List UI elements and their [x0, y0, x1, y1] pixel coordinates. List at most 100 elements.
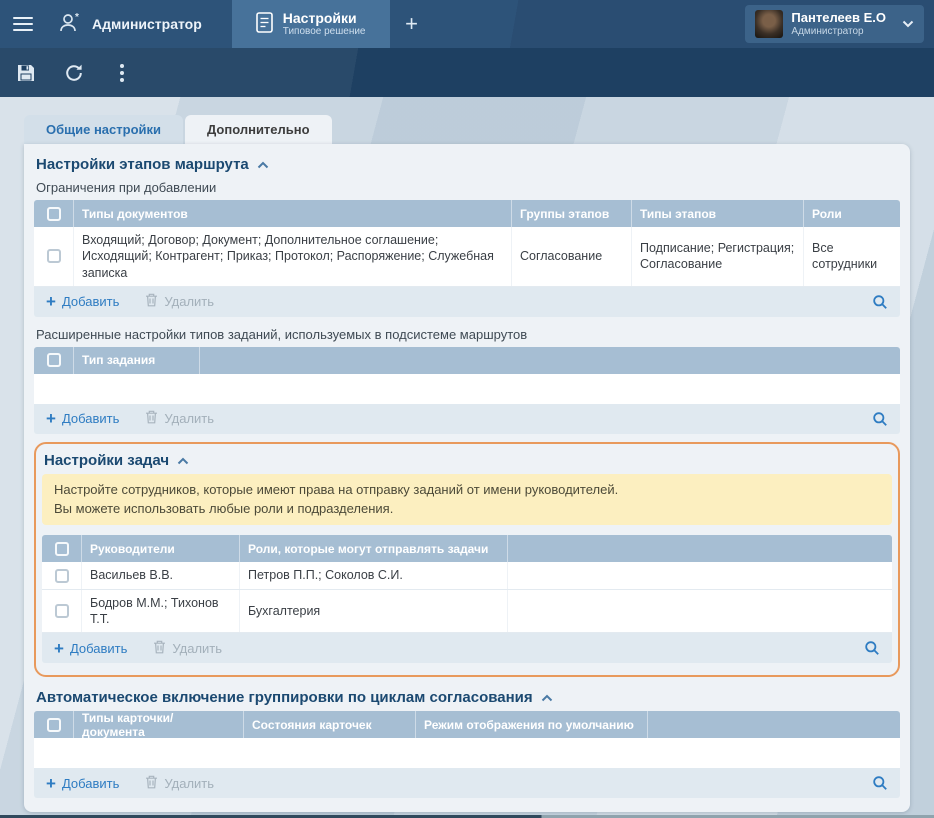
section-tasks-header[interactable]: Настройки задач — [42, 444, 191, 474]
toolbar — [0, 48, 934, 97]
select-all-checkbox[interactable] — [47, 353, 61, 367]
tab-settings-label: Настройки — [283, 10, 366, 27]
column-header[interactable]: Тип задания — [74, 347, 200, 374]
table-row[interactable]: Васильев В.В. Петров П.П.; Соколов С.И. — [42, 562, 892, 589]
info-line-2: Вы можете использовать любые роли и подр… — [54, 500, 880, 519]
search-icon[interactable] — [872, 294, 888, 310]
table-footer: + Добавить Удалить — [34, 768, 900, 798]
refresh-icon[interactable] — [56, 55, 92, 91]
table-footer: + Добавить Удалить — [42, 633, 892, 663]
row-checkbox[interactable] — [55, 604, 69, 618]
cell-roles: Петров П.П.; Соколов С.И. — [240, 562, 508, 588]
tab-administrator[interactable]: * Администратор — [46, 0, 232, 48]
plus-icon: + — [46, 293, 56, 310]
cell-stage-types: Подписание; Регистрация; Согласование — [632, 227, 804, 286]
column-header[interactable]: Роли — [804, 200, 900, 227]
add-button[interactable]: + Добавить — [46, 410, 119, 427]
new-tab-button[interactable]: + — [390, 0, 434, 48]
tab-settings-subtitle: Типовое решение — [283, 26, 366, 38]
titlebar: * Администратор Настройки Типовое решени… — [0, 0, 934, 48]
table-row[interactable]: Бодров М.М.; Тихонов Т.Т. Бухгалтерия — [42, 590, 892, 634]
settings-panel: Настройки этапов маршрута Ограничения пр… — [24, 144, 910, 812]
table-header-row: Типы карточки/документа Состояния карточ… — [34, 711, 900, 738]
settings-tabs: Общие настройки Дополнительно — [24, 115, 910, 144]
column-header-empty — [200, 347, 900, 374]
table-row[interactable]: Входящий; Договор; Документ; Дополнитель… — [34, 227, 900, 287]
app-window: * Администратор Настройки Типовое решени… — [0, 0, 934, 818]
plus-icon: + — [46, 410, 56, 427]
section-route-stages-header[interactable]: Настройки этапов маршрута — [34, 148, 271, 178]
cell-stage-groups: Согласование — [512, 227, 632, 286]
add-button[interactable]: + Добавить — [54, 640, 127, 657]
hamburger-menu-icon[interactable] — [0, 0, 46, 48]
chevron-up-icon — [257, 156, 269, 173]
delete-button[interactable]: Удалить — [145, 293, 214, 310]
delete-button[interactable]: Удалить — [153, 640, 222, 657]
chevron-up-icon — [541, 689, 553, 706]
search-icon[interactable] — [864, 640, 880, 656]
tab-settings-active[interactable]: Настройки Типовое решение — [232, 0, 390, 48]
restrictions-table: Типы документов Группы этапов Типы этапо… — [34, 200, 900, 317]
document-icon — [256, 12, 273, 36]
plus-icon: + — [54, 640, 64, 657]
column-header[interactable]: Группы этапов — [512, 200, 632, 227]
table-footer: + Добавить Удалить — [34, 287, 900, 317]
tasks-info-message: Настройте сотрудников, которые имеют пра… — [42, 474, 892, 526]
search-icon[interactable] — [872, 775, 888, 791]
svg-text:*: * — [75, 12, 79, 23]
cell-roles: Все сотрудники — [804, 227, 900, 286]
chevron-down-icon — [902, 20, 914, 28]
table-footer: + Добавить Удалить — [34, 404, 900, 434]
user-menu[interactable]: Пантелеев Е.О Администратор — [745, 5, 924, 43]
select-all-checkbox[interactable] — [47, 718, 61, 732]
user-role: Администратор — [791, 26, 863, 39]
column-header[interactable]: Состояния карточек — [244, 711, 416, 738]
tasks-table: Руководители Роли, которые могут отправл… — [42, 535, 892, 663]
tab-additional[interactable]: Дополнительно — [185, 115, 332, 144]
save-icon[interactable] — [8, 55, 44, 91]
search-icon[interactable] — [872, 411, 888, 427]
select-all-checkbox[interactable] — [55, 542, 69, 556]
content-area: Общие настройки Дополнительно Настройки … — [0, 97, 934, 818]
cell-doc-types: Входящий; Договор; Документ; Дополнитель… — [74, 227, 512, 286]
extended-settings-label: Расширенные настройки типов заданий, исп… — [34, 325, 900, 347]
section-grouping-header[interactable]: Автоматическое включение группировки по … — [34, 681, 555, 711]
section-tasks-highlighted: Настройки задач Настройте сотрудников, к… — [34, 442, 900, 677]
grouping-table: Типы карточки/документа Состояния карточ… — [34, 711, 900, 798]
cell-managers: Бодров М.М.; Тихонов Т.Т. — [82, 590, 240, 633]
column-header[interactable]: Типы карточки/документа — [74, 711, 244, 738]
user-asterisk-icon: * — [58, 12, 82, 37]
table-header-row: Типы документов Группы этапов Типы этапо… — [34, 200, 900, 227]
empty-table-row — [34, 374, 900, 404]
row-checkbox[interactable] — [47, 249, 61, 263]
cell-managers: Васильев В.В. — [82, 562, 240, 588]
add-button[interactable]: + Добавить — [46, 775, 119, 792]
task-types-table: Тип задания + Добавить Удалить — [34, 347, 900, 434]
table-header-row: Руководители Роли, которые могут отправл… — [42, 535, 892, 562]
cell-roles: Бухгалтерия — [240, 590, 508, 633]
column-header[interactable]: Руководители — [82, 535, 240, 562]
select-all-checkbox[interactable] — [47, 207, 61, 221]
user-name: Пантелеев Е.О — [791, 10, 886, 26]
delete-button[interactable]: Удалить — [145, 775, 214, 792]
trash-icon — [153, 640, 166, 657]
tab-general-settings[interactable]: Общие настройки — [24, 115, 183, 144]
table-header-row: Тип задания — [34, 347, 900, 374]
trash-icon — [145, 775, 158, 792]
column-header[interactable]: Типы этапов — [632, 200, 804, 227]
column-header[interactable]: Режим отображения по умолчанию — [416, 711, 648, 738]
tab-administrator-label: Администратор — [92, 16, 202, 32]
column-header[interactable]: Роли, которые могут отправлять задачи — [240, 535, 508, 562]
column-header[interactable]: Типы документов — [74, 200, 512, 227]
info-line-1: Настройте сотрудников, которые имеют пра… — [54, 481, 880, 500]
empty-table-row — [34, 738, 900, 768]
kebab-menu-icon[interactable] — [104, 55, 140, 91]
row-checkbox[interactable] — [55, 569, 69, 583]
restrictions-label: Ограничения при добавлении — [34, 178, 900, 200]
trash-icon — [145, 410, 158, 427]
column-header-empty — [508, 535, 892, 562]
delete-button[interactable]: Удалить — [145, 410, 214, 427]
trash-icon — [145, 293, 158, 310]
add-button[interactable]: + Добавить — [46, 293, 119, 310]
column-header-empty — [648, 711, 900, 738]
